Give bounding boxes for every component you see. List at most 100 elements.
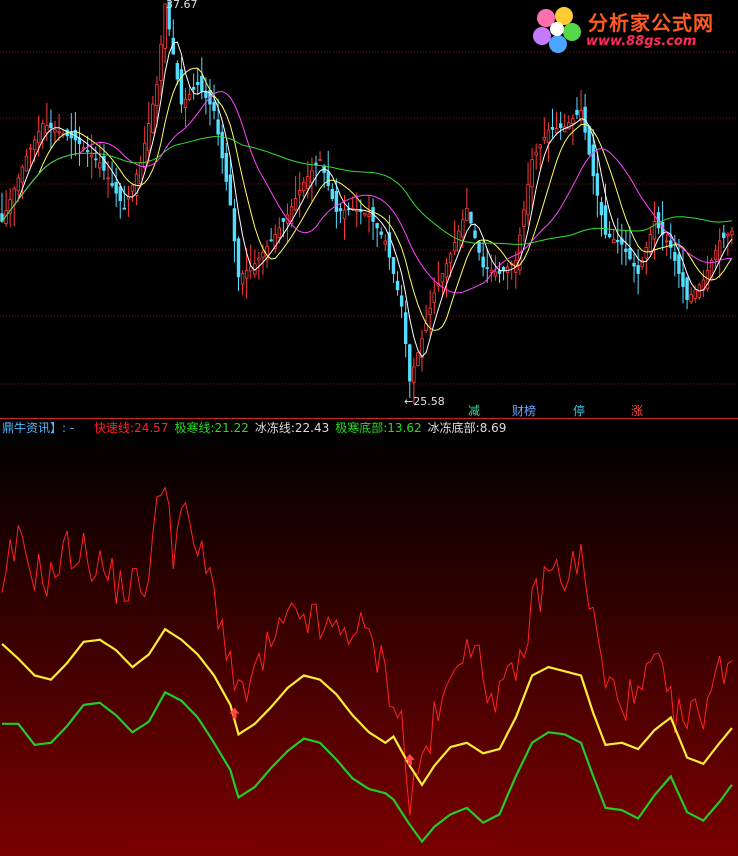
high-price-label: 37.67 [166,0,198,11]
candle-body [685,277,689,300]
candle-body [452,242,457,252]
candle-body [448,253,453,264]
candle-body [204,91,208,98]
candle-body [183,98,188,108]
watermark-title: 分析家公式网 [588,11,714,35]
candle-body [224,152,228,182]
candle-body [196,82,200,85]
candle-body [595,173,600,196]
candle-body [485,267,489,270]
ma20-line [1,91,732,294]
candle-body [191,87,196,90]
candle-body [212,101,216,111]
candle-body [281,218,286,222]
candle-body [240,273,245,285]
price-chart[interactable]: 37.67 ←25.58 减 财榜 停 涨 [0,0,738,418]
legend-label: 快速线: [94,421,135,435]
indicator-chart[interactable] [0,436,738,856]
candle-body [534,151,538,156]
candle-body [648,234,653,252]
candle-body [85,150,90,152]
candle-body [269,239,273,242]
candle-body [277,227,281,238]
candle-body [236,238,241,278]
candle-body [550,126,555,130]
candle-body [297,190,302,196]
candle-body [81,147,86,149]
legend-label: 冰冻底部: [427,421,480,435]
candle-body [175,63,180,80]
candle-body [249,266,253,272]
candle-body [399,295,404,307]
candle-body [359,210,363,212]
candle-body [334,190,339,212]
candle-body [542,137,547,141]
candle-body [310,170,314,184]
candle-body [379,231,383,235]
legend-label: 极寒线: [174,421,215,435]
candle-body [32,139,37,150]
candle-body [571,118,575,124]
candle-body [155,84,159,106]
candle-body [363,212,367,216]
candle-body [416,352,420,366]
candle-body [575,109,579,116]
signal-tag: 减 [468,404,480,418]
candle-body [522,209,526,227]
candle-body [599,202,604,216]
candle-body [179,69,184,105]
candle-body [465,207,469,221]
candle-body [326,171,330,186]
candle-body [457,230,461,252]
legend-value: 8.69 [479,421,507,435]
indicator-name[interactable]: 鼎牛资讯】: [2,420,66,436]
candle-body [644,247,648,259]
candle-body [318,159,322,161]
candle-body [16,177,21,192]
legend-label: 极寒底部: [335,421,388,435]
candle-body [632,262,636,267]
stock-chart-window: 37.67 ←25.58 减 财榜 停 涨 分析家公式网 www.88gs.com 鼎… [0,0,738,856]
candle-body [98,162,102,169]
candle-body [187,93,192,100]
candle-body [338,208,343,212]
signal-tag: 涨 [631,403,643,418]
candle-body [395,280,400,291]
candle-body [669,240,673,248]
candle-body [24,155,29,172]
candle-body [432,292,436,303]
candle-body [367,214,371,217]
candle-body [554,128,559,133]
candle-body [616,239,620,243]
candle-body [114,182,118,194]
candle-body [143,142,147,169]
legend-value: 13.62 [387,421,422,435]
candle-body [673,252,677,261]
candle-body [151,103,155,134]
candle-body [90,154,94,158]
candle-body [469,211,473,224]
candle-body [228,174,233,206]
candle-body [611,238,616,244]
candle-body [293,198,298,211]
candle-body [49,122,53,129]
candle-body [37,131,41,144]
candle-body [497,270,502,274]
candle-body [473,230,477,239]
candle-body [342,209,347,220]
watermark-logo: 分析家公式网 www.88gs.com [530,4,730,54]
candle-body [730,230,734,236]
candle-body [636,265,640,274]
candle-body [501,266,506,271]
candle-body [591,144,595,177]
legend-label: 冰冻线: [254,421,295,435]
ma5-line [1,41,733,358]
indicator-legend: 鼎牛资讯】: - 快速线: 24.57 极寒线: 21.22 冰冻线: 22.43 极… [0,420,738,436]
candle-body [94,158,98,161]
candle-body [664,240,669,243]
flower-logo-icon [533,7,581,53]
candle-body [717,240,722,261]
candle-body [159,43,163,81]
candle-body [722,232,726,239]
candle-body [57,131,61,134]
